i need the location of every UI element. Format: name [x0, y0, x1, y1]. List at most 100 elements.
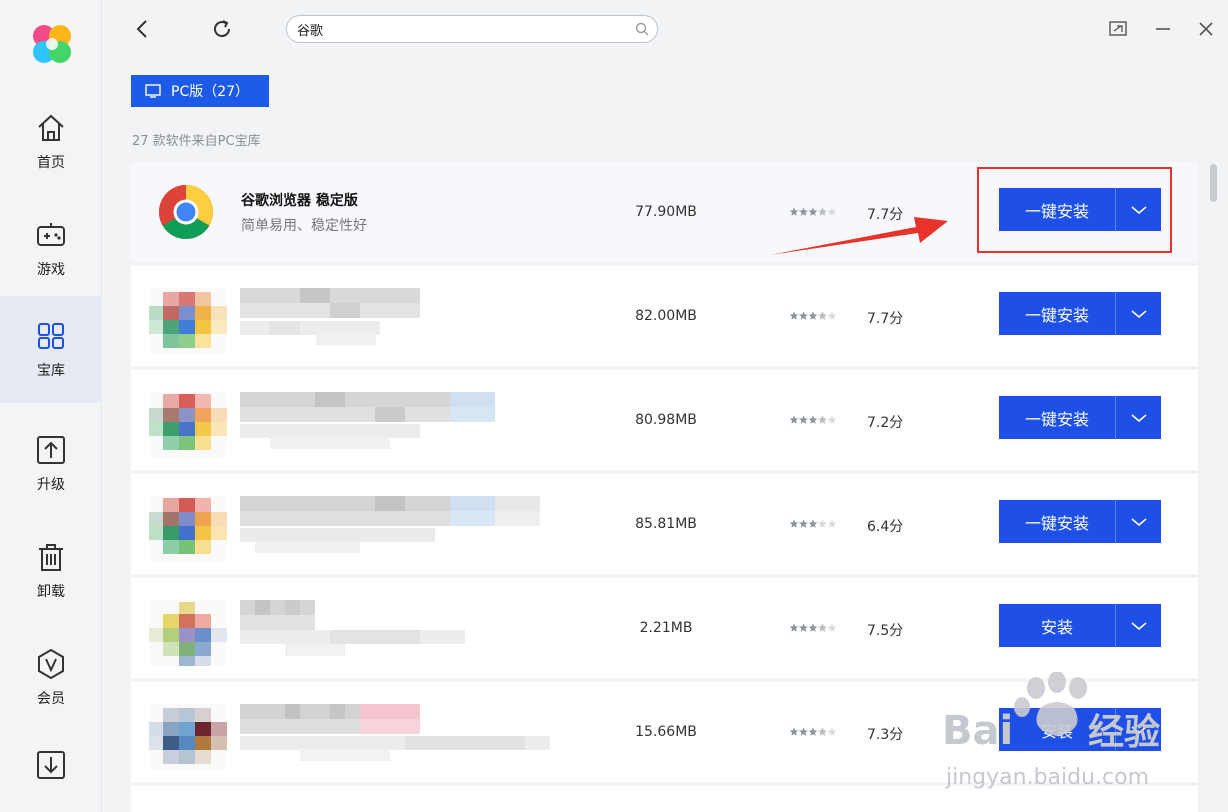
search-box[interactable] — [286, 15, 658, 43]
install-options-button[interactable] — [1115, 396, 1161, 439]
chevron-down-icon — [1130, 725, 1147, 734]
install-button[interactable]: 一键安装 — [999, 292, 1115, 335]
annotation-highlight-box — [977, 167, 1172, 253]
rating-stars — [789, 415, 837, 424]
install-options-button[interactable] — [1115, 500, 1161, 543]
blurred-app-icon — [149, 600, 227, 666]
install-options-button[interactable] — [1115, 604, 1161, 647]
app-size: 77.90MB — [635, 204, 697, 220]
sidebar-item-upgrade[interactable]: 升级 — [0, 410, 102, 517]
rating-star — [818, 415, 827, 424]
rating-star — [808, 415, 818, 424]
rating-star — [818, 311, 827, 320]
rating-star — [799, 727, 808, 736]
close-icon — [1199, 22, 1213, 36]
list-item[interactable]: 2.21MB 7.5分 安装 — [131, 578, 1198, 678]
app-logo — [33, 25, 71, 63]
sidebar-item-label: 卸载 — [37, 583, 65, 600]
sidebar-item-games[interactable]: 游戏 — [0, 195, 102, 302]
close-button[interactable] — [1193, 16, 1219, 42]
app-score: 7.7分 — [867, 311, 904, 327]
refresh-icon — [214, 20, 231, 38]
tab-label: PC版（27） — [171, 84, 250, 100]
back-button[interactable] — [129, 16, 155, 42]
app-score: 7.3分 — [867, 727, 904, 743]
blurred-app-text — [240, 496, 540, 553]
install-options-button[interactable] — [1115, 708, 1161, 751]
gamepad-icon — [37, 222, 65, 246]
scrollbar-thumb[interactable] — [1210, 164, 1217, 202]
app-desc: 简单易用、稳定性好 — [241, 218, 367, 234]
search-icon[interactable] — [635, 22, 649, 36]
install-button[interactable]: 一键安装 — [999, 396, 1115, 439]
rating-star — [789, 311, 799, 320]
list-item[interactable]: 85.81MB 6.4分 一键安装 — [131, 474, 1198, 574]
sidebar-item-downloads[interactable] — [0, 715, 102, 812]
blurred-app-text — [240, 288, 420, 345]
blurred-app-text — [240, 392, 495, 449]
app-score: 6.4分 — [867, 519, 904, 535]
rating-stars — [789, 519, 837, 528]
trash-icon — [39, 543, 63, 571]
list-item[interactable]: 82.00MB 7.7分 一键安装 — [131, 266, 1198, 366]
sidebar-item-uninstall[interactable]: 卸载 — [0, 517, 102, 624]
grid-icon — [38, 322, 64, 349]
rating-star — [789, 415, 799, 424]
title-bar — [102, 0, 1228, 60]
list-item[interactable]: 80.98MB 7.2分 一键安装 — [131, 370, 1198, 470]
app-name: 谷歌浏览器 稳定版 — [241, 193, 358, 209]
app-size: 85.81MB — [635, 516, 697, 532]
mini-mode-icon — [1109, 21, 1127, 36]
rating-star — [799, 519, 808, 528]
rating-star — [808, 623, 818, 632]
rating-stars — [789, 727, 837, 736]
chrome-icon — [158, 185, 214, 239]
blurred-app-icon — [149, 288, 227, 354]
app-score: 7.5分 — [867, 623, 904, 639]
rating-star — [827, 727, 837, 736]
blurred-app-icon — [149, 704, 227, 770]
sidebar-item-label: 会员 — [37, 690, 65, 707]
rating-star — [827, 415, 837, 424]
rating-star — [827, 311, 837, 320]
sidebar-item-label: 首页 — [37, 154, 65, 171]
install-button[interactable]: 安装 — [999, 604, 1115, 647]
rating-star — [808, 727, 818, 736]
rating-star — [799, 311, 808, 320]
vip-icon — [38, 648, 64, 679]
sidebar-item-home[interactable]: 首页 — [0, 88, 102, 195]
minimize-button[interactable] — [1150, 16, 1176, 42]
install-options-button[interactable] — [1115, 292, 1161, 335]
mini-mode-button[interactable] — [1105, 16, 1131, 42]
sidebar-item-library[interactable]: 宝库 — [0, 296, 102, 403]
tab-pc[interactable]: PC版（27） — [131, 75, 269, 107]
sidebar-item-label: 升级 — [37, 476, 65, 493]
rating-star — [827, 519, 837, 528]
rating-star — [799, 623, 808, 632]
app-size: 2.21MB — [639, 620, 693, 636]
refresh-button[interactable] — [209, 16, 235, 42]
list-item[interactable]: 15.66MB 7.3分 安装 — [131, 682, 1198, 782]
home-icon — [38, 114, 64, 141]
blurred-app-text — [240, 704, 550, 761]
rating-star — [799, 415, 808, 424]
rating-stars — [789, 311, 837, 320]
rating-star — [808, 311, 818, 320]
install-button[interactable]: 安装 — [999, 708, 1115, 751]
sidebar-item-label: 宝库 — [37, 362, 65, 379]
chevron-down-icon — [1130, 517, 1147, 526]
app-size: 80.98MB — [635, 412, 697, 428]
chevron-left-icon — [136, 20, 147, 38]
chevron-down-icon — [1130, 309, 1147, 318]
minimize-icon — [1156, 28, 1170, 30]
search-input[interactable] — [297, 19, 627, 39]
list-item[interactable] — [131, 786, 1198, 812]
rating-star — [789, 623, 799, 632]
install-button[interactable]: 一键安装 — [999, 500, 1115, 543]
annotation-arrow-icon — [770, 217, 948, 255]
sidebar-item-label: 游戏 — [37, 261, 65, 278]
blurred-app-icon — [149, 496, 227, 562]
rating-star — [789, 727, 799, 736]
upgrade-icon — [37, 435, 65, 464]
chevron-down-icon — [1130, 621, 1147, 630]
